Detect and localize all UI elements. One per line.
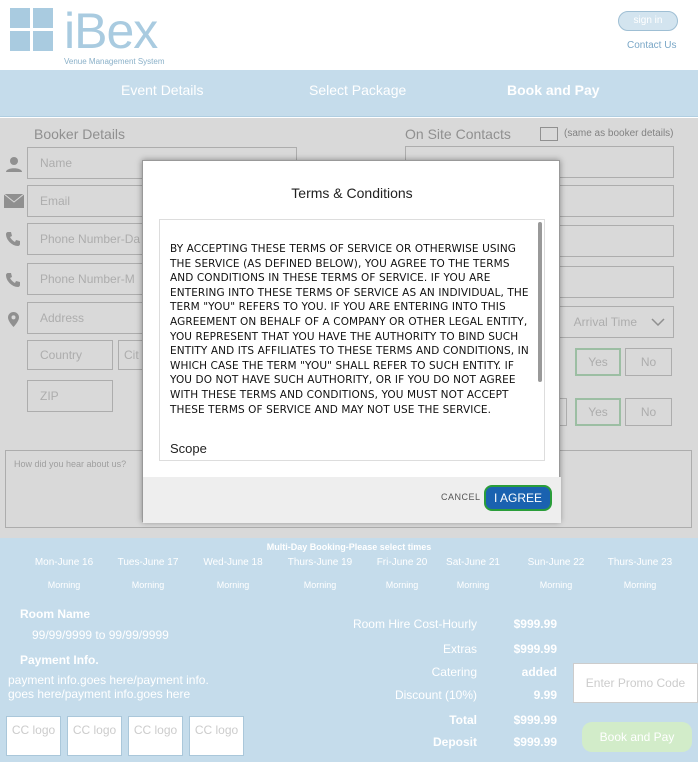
agree-button[interactable]: I AGREE bbox=[484, 485, 552, 511]
time-slot[interactable]: Morning bbox=[193, 580, 273, 590]
cost-label: Total bbox=[449, 713, 477, 727]
brand-tagline: Venue Management System bbox=[64, 57, 165, 66]
sign-in-button[interactable]: sign in bbox=[618, 11, 678, 31]
day-label[interactable]: Sat-June 21 bbox=[433, 557, 513, 568]
cost-label: Extras bbox=[442, 642, 477, 656]
cost-value: $999.99 bbox=[513, 713, 557, 727]
day-label[interactable]: Sun-June 22 bbox=[516, 557, 596, 568]
day-label[interactable]: Mon-June 16 bbox=[24, 557, 104, 568]
cc-logo-4: CC logo bbox=[189, 716, 244, 756]
day-label[interactable]: Tues-June 17 bbox=[108, 557, 188, 568]
cost-value: $999.99 bbox=[513, 617, 557, 631]
cc-logo-3: CC logo bbox=[128, 716, 183, 756]
time-slot[interactable]: Morning bbox=[433, 580, 513, 590]
cost-value: $999.99 bbox=[513, 642, 557, 656]
cost-value: added bbox=[521, 665, 557, 679]
multi-day-title: Multi-Day Booking-Please select times bbox=[266, 542, 432, 552]
promo-code-input[interactable]: Enter Promo Code bbox=[573, 663, 698, 703]
contact-us-link[interactable]: Contact Us bbox=[627, 40, 676, 51]
scope-heading: Scope bbox=[170, 441, 207, 456]
room-dates: 99/99/9999 to 99/99/9999 bbox=[32, 628, 169, 642]
tab-select-package[interactable]: Select Package bbox=[309, 82, 406, 98]
cost-label: Deposit bbox=[432, 735, 477, 749]
cost-value: 9.99 bbox=[533, 688, 557, 702]
scrollbar[interactable] bbox=[538, 222, 542, 382]
terms-scroll-area[interactable]: BY ACCEPTING THESE TERMS OF SERVICE OR O… bbox=[159, 219, 545, 461]
tab-book-and-pay[interactable]: Book and Pay bbox=[507, 82, 600, 98]
modal-title: Terms & Conditions bbox=[291, 185, 413, 201]
logo-mark bbox=[10, 8, 54, 52]
terms-modal: Terms & Conditions BY ACCEPTING THESE TE… bbox=[142, 160, 561, 523]
day-label[interactable]: Thurs-June 23 bbox=[600, 557, 680, 568]
time-slot[interactable]: Morning bbox=[600, 580, 680, 590]
day-label[interactable]: Wed-June 18 bbox=[193, 557, 273, 568]
day-label[interactable]: Thurs-June 19 bbox=[280, 557, 360, 568]
cost-label: Room Hire Cost-Hourly bbox=[352, 617, 477, 631]
time-slot[interactable]: Morning bbox=[516, 580, 596, 590]
cc-logo-1: CC logo bbox=[6, 716, 61, 756]
terms-text: BY ACCEPTING THESE TERMS OF SERVICE OR O… bbox=[170, 243, 529, 416]
cost-value: $999.99 bbox=[513, 735, 557, 749]
book-and-pay-button[interactable]: Book and Pay bbox=[582, 722, 692, 752]
cc-logo-2: CC logo bbox=[67, 716, 122, 756]
time-slot[interactable]: Morning bbox=[108, 580, 188, 590]
payment-info-text: payment info.goes here/payment info. goe… bbox=[8, 673, 209, 701]
time-slot[interactable]: Morning bbox=[362, 580, 442, 590]
time-slot[interactable]: Morning bbox=[280, 580, 360, 590]
time-slot[interactable]: Morning bbox=[24, 580, 104, 590]
cost-label: Catering bbox=[431, 665, 477, 679]
day-label[interactable]: Fri-June 20 bbox=[362, 557, 442, 568]
brand-name: iBex bbox=[64, 3, 158, 59]
tab-event-details[interactable]: Event Details bbox=[121, 82, 203, 98]
cancel-button[interactable]: CANCEL bbox=[441, 492, 481, 502]
room-name-label: Room Name bbox=[20, 607, 91, 621]
payment-info-label: Payment Info. bbox=[20, 653, 99, 667]
cost-label: Discount (10%) bbox=[394, 688, 477, 702]
step-nav: Event Details Select Package Book and Pa… bbox=[0, 70, 698, 117]
